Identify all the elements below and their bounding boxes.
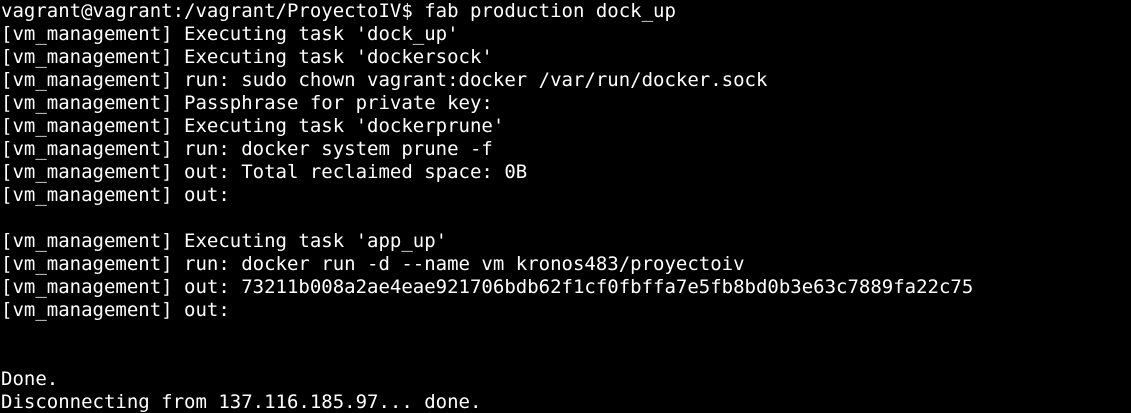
terminal-line: [vm_management] run: docker system prune… [1, 138, 493, 160]
terminal-line: [vm_management] out: 73211b008a2ae4eae92… [1, 276, 974, 298]
terminal-line: [vm_management] out: Total reclaimed spa… [1, 161, 528, 183]
terminal-line: [vm_management] Executing task 'dock_up' [1, 23, 459, 45]
terminal-line: Done. [1, 368, 59, 390]
terminal-line: Disconnecting from 137.116.185.97... don… [1, 391, 482, 413]
terminal-line: [vm_management] Executing task 'app_up' [1, 230, 448, 252]
terminal-line: [vm_management] out: [1, 184, 230, 206]
terminal-line: [vm_management] Passphrase for private k… [1, 92, 493, 114]
terminal-line: [vm_management] run: sudo chown vagrant:… [1, 69, 768, 91]
terminal-line-prompt: vagrant@vagrant:/vagrant/ProyectoIV$ fab… [1, 0, 676, 22]
terminal-line: [vm_management] run: docker run -d --nam… [1, 253, 745, 275]
terminal-line: [vm_management] Executing task 'dockerso… [1, 46, 493, 68]
terminal-line: [vm_management] Executing task 'dockerpr… [1, 115, 505, 137]
terminal-line: [vm_management] out: [1, 299, 230, 321]
terminal-window[interactable]: vagrant@vagrant:/vagrant/ProyectoIV$ fab… [0, 0, 1131, 413]
